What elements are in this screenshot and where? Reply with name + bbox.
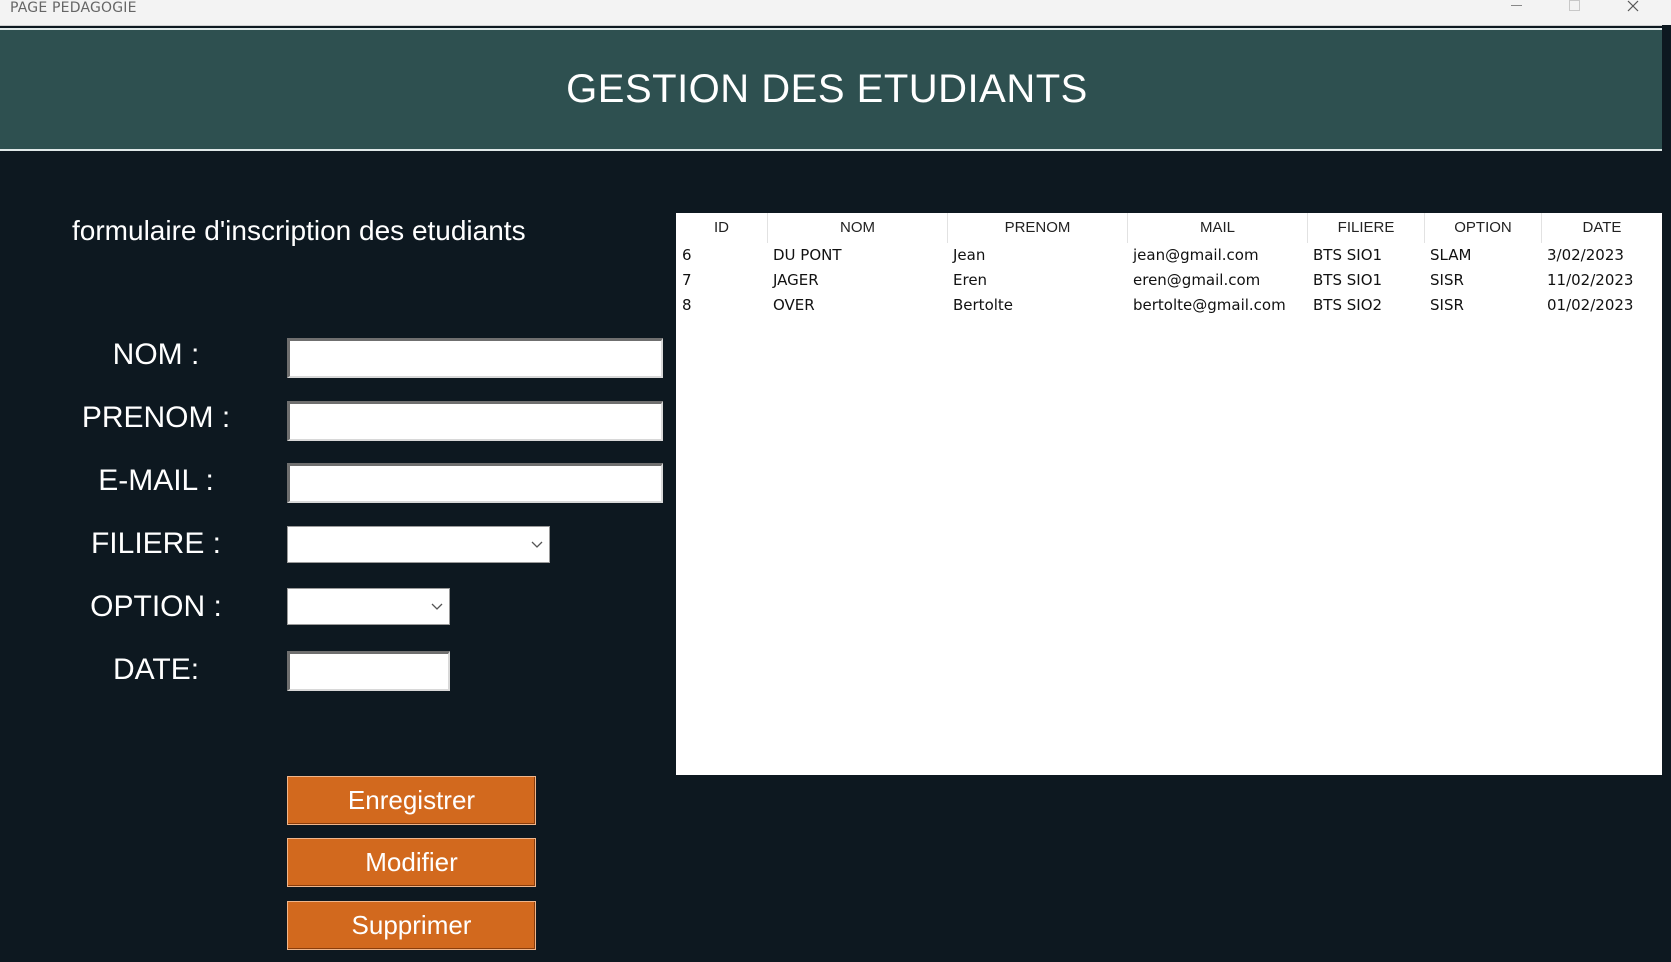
cell-date: 3/02/2023 <box>1547 246 1624 264</box>
column-header-mail[interactable]: MAIL <box>1128 213 1308 243</box>
window-titlebar: PAGE PEDAGOGIE <box>0 0 1671 26</box>
cell-filiere: BTS SIO1 <box>1313 271 1383 289</box>
cell-filiere: BTS SIO2 <box>1313 296 1383 314</box>
window-title: PAGE PEDAGOGIE <box>10 0 137 16</box>
label-option: OPTION : <box>90 590 222 623</box>
column-header-prenom[interactable]: PRENOM <box>948 213 1128 243</box>
chevron-down-icon <box>531 541 543 548</box>
close-icon <box>1627 0 1639 12</box>
column-header-nom[interactable]: NOM <box>768 213 948 243</box>
cell-option: SISR <box>1430 296 1464 314</box>
cell-nom: DU PONT <box>773 246 842 264</box>
option-select[interactable] <box>287 588 450 625</box>
cell-date: 11/02/2023 <box>1547 271 1634 289</box>
label-date: DATE: <box>112 653 200 686</box>
table-row[interactable]: 7 JAGER Eren eren@gmail.com BTS SIO1 SIS… <box>676 268 1662 293</box>
cell-mail: bertolte@gmail.com <box>1133 296 1286 314</box>
minimize-button[interactable] <box>1493 0 1539 20</box>
maximize-button[interactable] <box>1551 0 1597 20</box>
filiere-select[interactable] <box>287 526 550 563</box>
close-button[interactable] <box>1610 0 1656 20</box>
table-row[interactable]: 8 OVER Bertolte bertolte@gmail.com BTS S… <box>676 293 1662 318</box>
cell-id: 8 <box>682 296 692 314</box>
label-nom: NOM : <box>112 338 200 371</box>
header-banner: GESTION DES ETUDIANTS <box>0 28 1662 151</box>
cell-filiere: BTS SIO1 <box>1313 246 1383 264</box>
delete-button[interactable]: Supprimer <box>287 901 536 950</box>
date-input[interactable] <box>287 651 450 691</box>
minimize-icon <box>1510 4 1522 6</box>
email-input[interactable] <box>287 463 663 503</box>
label-filiere: FILIERE : <box>90 527 222 560</box>
cell-prenom: Eren <box>953 271 988 289</box>
label-prenom: PRENOM : <box>81 401 231 434</box>
cell-date: 01/02/2023 <box>1547 296 1634 314</box>
modify-button[interactable]: Modifier <box>287 838 536 887</box>
nom-input[interactable] <box>287 338 663 378</box>
cell-mail: eren@gmail.com <box>1133 271 1261 289</box>
cell-nom: OVER <box>773 296 815 314</box>
column-header-date[interactable]: DATE <box>1542 213 1662 243</box>
cell-option: SISR <box>1430 271 1464 289</box>
cell-id: 6 <box>682 246 692 264</box>
cell-mail: jean@gmail.com <box>1133 246 1259 264</box>
cell-nom: JAGER <box>773 271 819 289</box>
column-header-filiere[interactable]: FILIERE <box>1308 213 1425 243</box>
label-email: E-MAIL : <box>98 464 214 497</box>
page-title: GESTION DES ETUDIANTS <box>566 67 1088 111</box>
window-edge <box>1662 25 1671 962</box>
prenom-input[interactable] <box>287 401 663 441</box>
form-title: formulaire d'inscription des etudiants <box>72 215 526 246</box>
students-table[interactable]: ID NOM PRENOM MAIL FILIERE OPTION DATE 6… <box>676 213 1662 775</box>
table-row[interactable]: 6 DU PONT Jean jean@gmail.com BTS SIO1 S… <box>676 243 1662 268</box>
column-header-id[interactable]: ID <box>676 213 768 243</box>
column-header-option[interactable]: OPTION <box>1425 213 1542 243</box>
cell-prenom: Bertolte <box>953 296 1014 314</box>
cell-id: 7 <box>682 271 692 289</box>
save-button[interactable]: Enregistrer <box>287 776 536 825</box>
cell-option: SLAM <box>1430 246 1472 264</box>
cell-prenom: Jean <box>953 246 986 264</box>
table-header: ID NOM PRENOM MAIL FILIERE OPTION DATE <box>676 213 1662 243</box>
chevron-down-icon <box>431 603 443 610</box>
maximize-icon <box>1568 0 1580 11</box>
